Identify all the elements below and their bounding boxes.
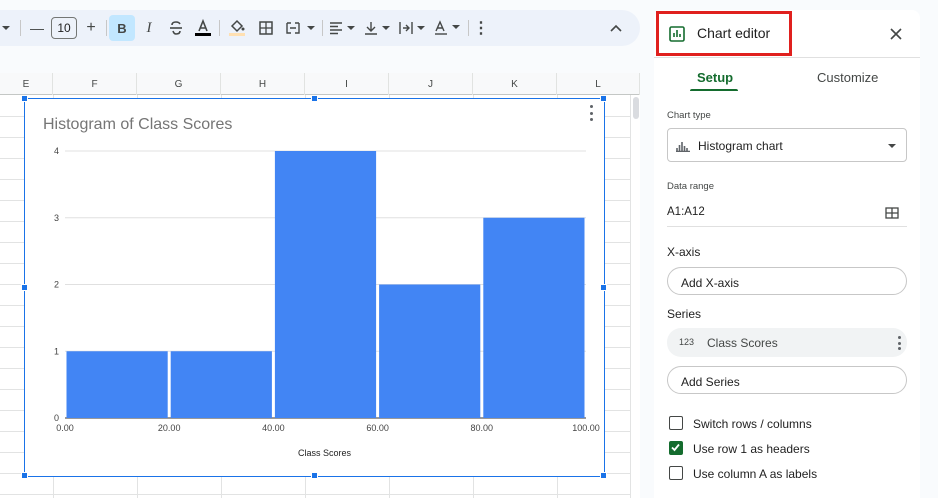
checkbox-unchecked[interactable] <box>669 416 683 430</box>
tab-setup[interactable]: Setup <box>697 70 733 85</box>
column-header-h[interactable]: H <box>221 73 305 95</box>
toolbar-divider <box>219 20 220 36</box>
x-axis-section-label: X-axis <box>667 245 701 259</box>
text-color-icon[interactable] <box>190 10 216 46</box>
histogram-bar <box>170 351 272 418</box>
toolbar-divider <box>322 20 323 36</box>
collapse-toolbar-icon[interactable] <box>603 10 629 46</box>
highlight-annotation-box <box>656 11 792 56</box>
more-options-button[interactable]: ⋮ <box>468 10 494 46</box>
series-section-label: Series <box>667 307 702 321</box>
column-header-g[interactable]: G <box>137 73 221 95</box>
checkbox-unchecked[interactable] <box>669 466 683 480</box>
add-x-axis-button[interactable]: Add X-axis <box>667 267 907 295</box>
resize-handle-bottom-left[interactable] <box>21 472 28 479</box>
toolbar-divider <box>20 20 21 36</box>
series-item[interactable]: 123 Class Scores <box>667 328 907 357</box>
x-tick-label: 80.00 <box>471 423 494 433</box>
add-series-label: Add Series <box>681 375 740 389</box>
y-tick-label: 4 <box>54 146 59 156</box>
resize-handle-right[interactable] <box>600 284 607 291</box>
y-tick-label: 2 <box>54 280 59 290</box>
data-range-label: Data range <box>667 181 715 192</box>
column-header-f[interactable]: F <box>53 73 137 95</box>
add-series-button[interactable]: Add Series <box>667 366 907 394</box>
scrollbar-thumb[interactable] <box>633 97 639 119</box>
text-rotation-icon[interactable] <box>432 10 462 46</box>
resize-handle-bottom-right[interactable] <box>600 472 607 479</box>
numeric-series-icon: 123 <box>679 337 695 347</box>
horizontal-align-icon[interactable] <box>327 10 357 46</box>
column-header-i[interactable]: I <box>305 73 389 95</box>
merge-cells-icon[interactable] <box>283 10 317 46</box>
vertical-scrollbar[interactable] <box>630 95 640 498</box>
decrease-font-size-button[interactable]: — <box>24 10 50 46</box>
resize-handle-top[interactable] <box>311 95 318 102</box>
histogram-bar <box>66 351 168 418</box>
data-range-underline <box>667 226 907 227</box>
series-more-vert-icon[interactable] <box>898 336 901 350</box>
histogram-chart-icon <box>676 139 690 157</box>
tab-customize[interactable]: Customize <box>817 70 878 85</box>
toolbar-divider <box>106 20 107 36</box>
series-item-label: Class Scores <box>707 336 778 350</box>
borders-icon[interactable] <box>253 10 279 46</box>
use-row-1-headers-label: Use row 1 as headers <box>693 442 810 456</box>
fill-color-icon[interactable] <box>224 10 250 46</box>
text-wrapping-icon[interactable] <box>397 10 427 46</box>
x-tick-label: 60.00 <box>366 423 389 433</box>
vertical-align-icon[interactable] <box>362 10 392 46</box>
y-tick-label: 0 <box>54 413 59 423</box>
x-tick-label: 100.00 <box>572 423 600 433</box>
chart-type-select[interactable]: Histogram chart <box>667 128 907 162</box>
bold-button[interactable]: B <box>109 15 135 41</box>
chart-type-value: Histogram chart <box>698 139 783 153</box>
chart-editor-header: Chart editor <box>654 10 920 58</box>
select-data-range-icon[interactable] <box>885 206 899 224</box>
formatting-toolbar: — 10 + B I ⋮ <box>0 10 640 46</box>
chart-editor-panel: Chart editor Setup Customize Chart type … <box>654 10 920 498</box>
x-tick-label: 20.00 <box>158 423 181 433</box>
column-header-row: E F G H I J K L <box>0 73 640 95</box>
embedded-chart[interactable]: Histogram of Class Scores 0 1 2 3 4 0.00 20.00… <box>21 95 607 479</box>
resize-handle-top-left[interactable] <box>21 95 28 102</box>
x-tick-label: 0.00 <box>56 423 74 433</box>
y-tick-label: 3 <box>54 213 59 223</box>
column-header-l[interactable]: L <box>557 73 640 95</box>
data-range-value[interactable]: A1:A12 <box>667 206 705 218</box>
active-tab-indicator <box>690 89 738 91</box>
column-header-e[interactable]: E <box>0 73 53 95</box>
resize-handle-left[interactable] <box>21 284 28 291</box>
italic-button[interactable]: I <box>136 10 162 46</box>
checkbox-checked[interactable] <box>669 441 683 455</box>
resize-handle-top-right[interactable] <box>600 95 607 102</box>
dropdown-caret-icon <box>888 144 896 148</box>
histogram-bar <box>379 284 481 418</box>
add-x-axis-label: Add X-axis <box>681 276 740 290</box>
close-icon[interactable] <box>890 27 902 45</box>
column-header-j[interactable]: J <box>389 73 473 95</box>
font-dropdown-caret-icon[interactable] <box>0 10 12 46</box>
y-tick-label: 1 <box>54 346 59 356</box>
increase-font-size-button[interactable]: + <box>78 10 104 46</box>
font-size-input[interactable]: 10 <box>51 17 77 39</box>
x-tick-label: 40.00 <box>262 423 285 433</box>
switch-rows-columns-label: Switch rows / columns <box>693 417 812 431</box>
histogram-plot: 012340.00 20.00 40.00 60.00 80.00 100.00Class… <box>54 146 600 458</box>
column-header-k[interactable]: K <box>473 73 557 95</box>
spreadsheet-grid[interactable]: E F G H I J K L Histogram of Class Score… <box>0 73 640 498</box>
x-axis-title: Class Scores <box>298 448 352 458</box>
strikethrough-icon[interactable] <box>163 10 189 46</box>
histogram-bar <box>274 151 377 418</box>
chart-type-label: Chart type <box>667 110 711 121</box>
resize-handle-bottom[interactable] <box>311 472 318 479</box>
use-column-a-labels-label: Use column A as labels <box>693 467 818 481</box>
histogram-bar <box>483 217 585 418</box>
